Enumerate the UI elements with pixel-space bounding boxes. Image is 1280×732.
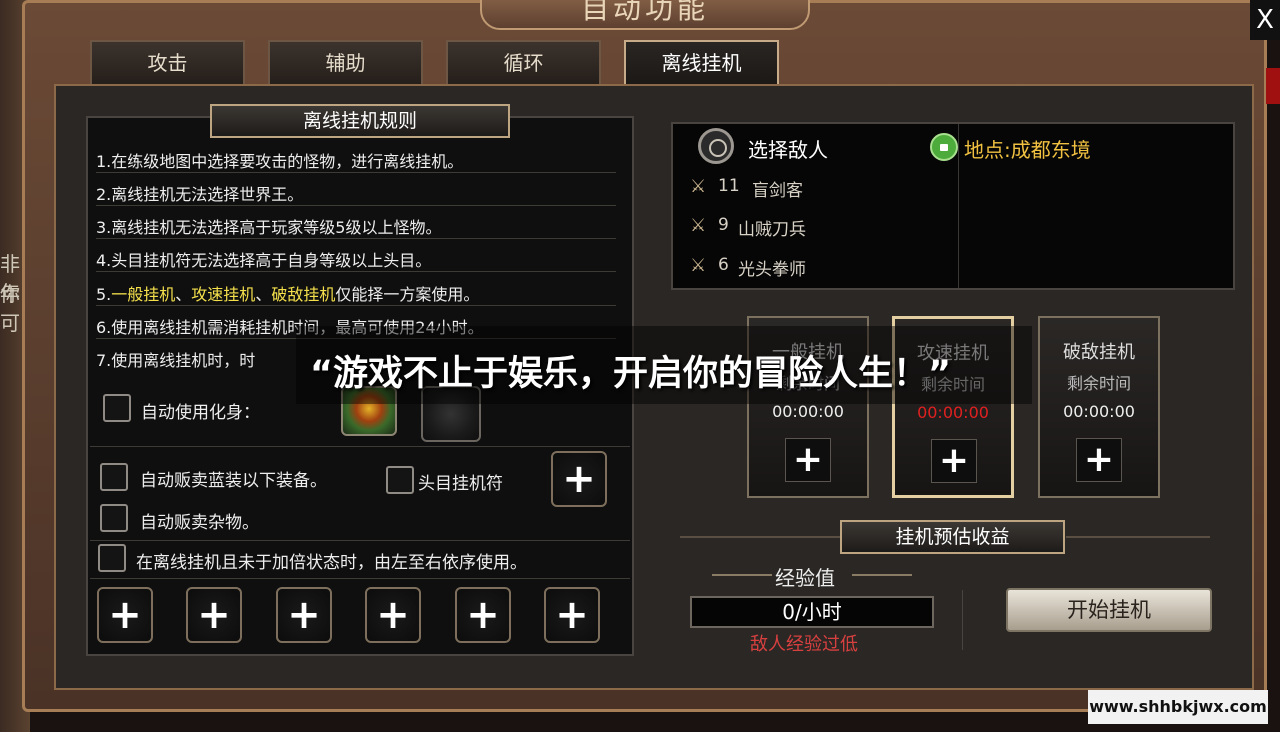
window-title: 自动功能	[580, 0, 709, 25]
item-slot-5-add-button[interactable]: +	[455, 587, 511, 643]
enemy-level[interactable]: 6	[718, 255, 729, 275]
exp-ornament-left	[712, 574, 772, 576]
crossed-swords-icon: ⚔	[690, 215, 707, 236]
rule-divider	[96, 238, 616, 239]
enemy-name[interactable]: 光头拳师	[738, 255, 806, 280]
mode-time: 00:00:00	[917, 403, 989, 422]
slogan-text: “游戏不止于娱乐，开启你的冒险人生！”	[310, 354, 952, 394]
auto-transform-checkbox[interactable]	[103, 394, 131, 422]
tab-assist[interactable]: 辅助	[268, 40, 423, 85]
exp-label: 经验值	[775, 566, 835, 590]
exp-ornament-right	[852, 574, 912, 576]
side-red-tab[interactable]	[1266, 68, 1280, 104]
rule-2: 2.离线挂机无法选择世界王。	[96, 185, 304, 204]
rule-5-sep2: 、	[255, 285, 272, 304]
section-divider	[90, 578, 630, 579]
auto-transform-label: 自动使用化身：	[141, 403, 260, 423]
rule-5-sep1: 、	[175, 285, 192, 304]
rule-5-prefix: 5.	[96, 285, 112, 304]
item-slot-2-add-button[interactable]: +	[186, 587, 242, 643]
income-header: 挂机预估收益	[840, 520, 1065, 554]
mode-remaining-label: 剩余时间	[1066, 374, 1131, 393]
enemy-level[interactable]: 11	[718, 176, 740, 196]
window-title-plate: 自动功能	[480, 0, 810, 30]
target-icon	[698, 128, 734, 164]
income-divider-right	[1066, 536, 1210, 538]
enemy-name[interactable]: 山贼刀兵	[738, 215, 806, 240]
exp-warning: 敌人经验过低	[750, 634, 858, 655]
enemy-panel-divider	[958, 124, 959, 288]
mode-add-button[interactable]: +	[931, 439, 977, 483]
enemy-level[interactable]: 9	[718, 215, 729, 235]
close-button[interactable]: X	[1250, 0, 1280, 40]
rule-5-breaker: 破敌挂机	[271, 285, 336, 304]
start-idle-button[interactable]: 开始挂机	[1006, 588, 1212, 632]
rule-divider	[96, 305, 616, 306]
sell-blue-label: 自动贩卖蓝装以下装备。	[140, 471, 327, 491]
rule-7: 7.使用离线挂机时，时	[96, 351, 256, 370]
mode-name: 破敌挂机	[1063, 342, 1135, 363]
rule-5-suffix: 仅能择一方案使用。	[335, 285, 480, 304]
income-divider-left	[680, 536, 840, 538]
enemy-name[interactable]: 盲剑客	[752, 176, 803, 201]
crossed-swords-icon: ⚔	[690, 176, 707, 197]
section-divider	[90, 540, 630, 541]
item-slot-1-add-button[interactable]: +	[97, 587, 153, 643]
rule-5: 5.一般挂机、攻速挂机、破敌挂机仅能择一方案使用。	[96, 281, 479, 305]
tab-attack[interactable]: 攻击	[90, 40, 245, 85]
rule-1: 1.在练级地图中选择要攻击的怪物，进行离线挂机。	[96, 152, 464, 171]
item-slot-6-add-button[interactable]: +	[544, 587, 600, 643]
rule-5-speed: 攻速挂机	[191, 285, 256, 304]
boss-charm-label: 头目挂机符	[418, 474, 503, 494]
income-vertical-divider	[962, 590, 963, 650]
exp-value: 0/小时	[690, 596, 934, 628]
sell-misc-label: 自动贩卖杂物。	[140, 513, 259, 533]
crossed-swords-icon: ⚔	[690, 255, 707, 276]
double-status-label: 在离线挂机且未于加倍状态时，由左至右依序使用。	[136, 553, 527, 573]
location-label: 地点:成都东境	[964, 138, 1091, 162]
item-slot-4-add-button[interactable]: +	[365, 587, 421, 643]
rule-divider	[96, 271, 616, 272]
rule-4: 4.头目挂机符无法选择高于自身等级以上头目。	[96, 251, 432, 270]
boss-charm-add-button[interactable]: +	[551, 451, 607, 507]
rule-divider	[96, 172, 616, 173]
rule-divider	[96, 205, 616, 206]
mode-add-button[interactable]: +	[1076, 438, 1122, 482]
mode-add-button[interactable]: +	[785, 438, 831, 482]
select-enemy-label[interactable]: 选择敌人	[748, 134, 828, 163]
mode-card-breaker[interactable]: 破敌挂机 剩余时间 00:00:00 +	[1038, 316, 1160, 498]
rules-header: 离线挂机规则	[210, 104, 510, 138]
sell-misc-checkbox[interactable]	[100, 504, 128, 532]
lock-icon	[930, 133, 958, 161]
rule-5-general: 一般挂机	[111, 285, 176, 304]
mode-time: 00:00:00	[1063, 402, 1135, 421]
tab-cycle[interactable]: 循环	[446, 40, 601, 85]
section-divider	[90, 446, 630, 447]
site-watermark: www.shhbkjwx.com	[1088, 690, 1268, 724]
double-status-checkbox[interactable]	[98, 544, 126, 572]
sell-blue-checkbox[interactable]	[100, 463, 128, 491]
item-slot-3-add-button[interactable]: +	[276, 587, 332, 643]
boss-charm-checkbox[interactable]	[386, 466, 414, 494]
rule-3: 3.离线挂机无法选择高于玩家等级5级以上怪物。	[96, 218, 442, 237]
tab-offline-idle[interactable]: 离线挂机	[624, 40, 779, 85]
mode-time: 00:00:00	[772, 402, 844, 421]
